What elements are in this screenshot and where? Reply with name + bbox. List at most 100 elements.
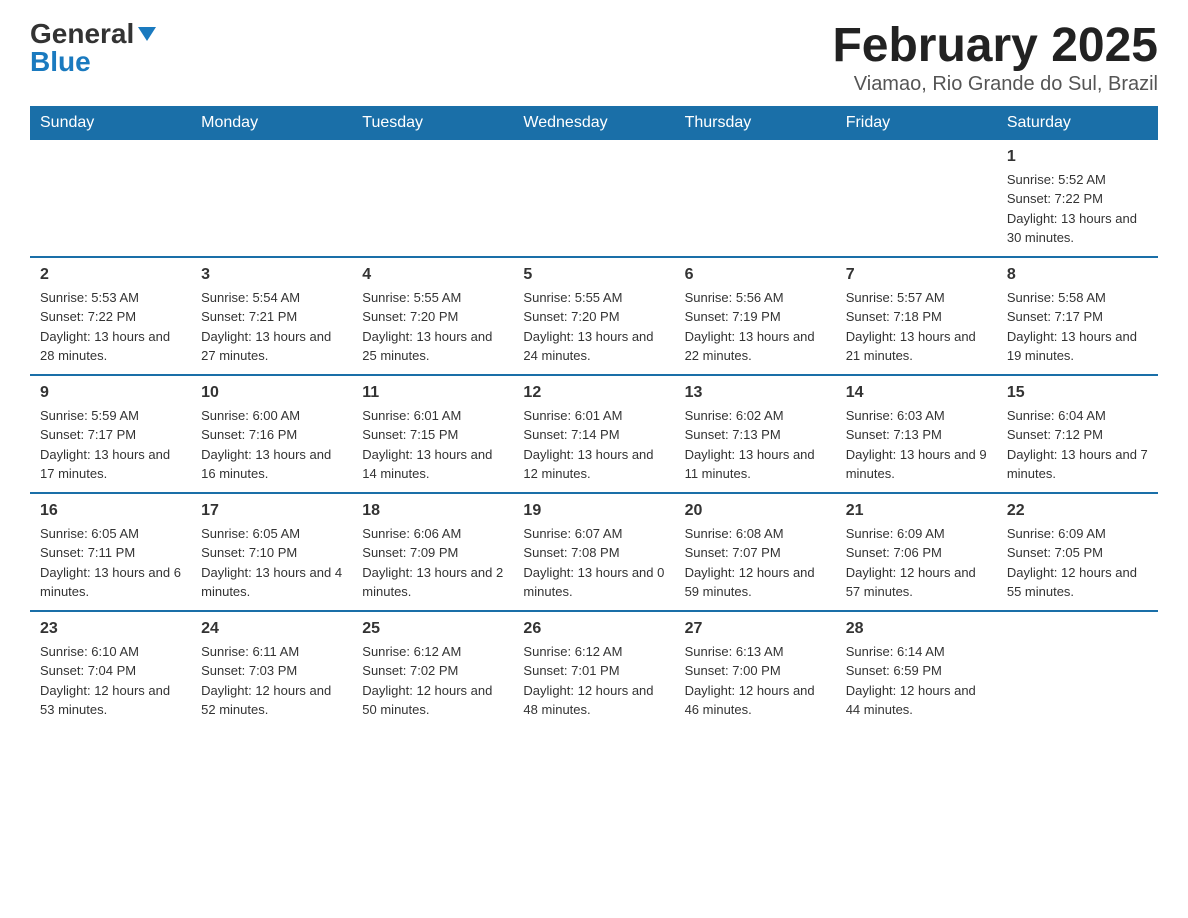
- day-number: 1: [1007, 148, 1148, 166]
- calendar-cell: 11Sunrise: 6:01 AM Sunset: 7:15 PM Dayli…: [352, 375, 513, 493]
- calendar-cell: 9 Sunrise: 5:59 AM Sunset: 7:17 PM Daylig…: [30, 375, 191, 493]
- calendar-cell: 20 Sunrise: 6:08 AM Sunset: 7:07 PM Dayli…: [675, 493, 836, 611]
- calendar-cell: 3 Sunrise: 5:54 AM Sunset: 7:21 PM Daylig…: [191, 257, 352, 375]
- calendar-cell: 22 Sunrise: 6:09 AM Sunset: 7:05 PM Dayli…: [997, 493, 1158, 611]
- calendar-cell: [836, 140, 997, 257]
- day-number: 10: [201, 384, 342, 402]
- month-title: February 2025: [832, 20, 1158, 73]
- day-info: Sunrise: 6:11 AM Sunset: 7:03 PM Dayligh…: [201, 642, 342, 720]
- calendar-cell: 13 Sunrise: 6:02 AM Sunset: 7:13 PM Dayli…: [675, 375, 836, 493]
- calendar-cell: 5 Sunrise: 5:55 AM Sunset: 7:20 PM Daylig…: [513, 257, 674, 375]
- day-number: 17: [201, 502, 342, 520]
- day-info: Sunrise: 5:59 AM Sunset: 7:17 PM Dayligh…: [40, 406, 181, 484]
- day-number: 26: [523, 620, 664, 638]
- logo-general-text: General: [30, 20, 134, 48]
- calendar-cell: 1Sunrise: 5:52 AM Sunset: 7:22 PM Daylig…: [997, 140, 1158, 257]
- logo: General Blue: [30, 20, 156, 76]
- calendar-cell: 21Sunrise: 6:09 AM Sunset: 7:06 PM Dayli…: [836, 493, 997, 611]
- day-number: 25: [362, 620, 503, 638]
- day-info: Sunrise: 6:09 AM Sunset: 7:05 PM Dayligh…: [1007, 524, 1148, 602]
- calendar-week-row: 1Sunrise: 5:52 AM Sunset: 7:22 PM Daylig…: [30, 140, 1158, 257]
- day-number: 15: [1007, 384, 1148, 402]
- weekday-header-monday: Monday: [191, 106, 352, 140]
- title-section: February 2025 Viamao, Rio Grande do Sul,…: [832, 20, 1158, 96]
- weekday-header-tuesday: Tuesday: [352, 106, 513, 140]
- day-info: Sunrise: 6:08 AM Sunset: 7:07 PM Dayligh…: [685, 524, 826, 602]
- calendar-cell: 2 Sunrise: 5:53 AM Sunset: 7:22 PM Daylig…: [30, 257, 191, 375]
- calendar-cell: [675, 140, 836, 257]
- calendar-cell: 27Sunrise: 6:13 AM Sunset: 7:00 PM Dayli…: [675, 611, 836, 728]
- day-number: 23: [40, 620, 181, 638]
- calendar-week-row: 16 Sunrise: 6:05 AM Sunset: 7:11 PM Dayli…: [30, 493, 1158, 611]
- calendar-cell: [997, 611, 1158, 728]
- calendar-table: SundayMondayTuesdayWednesdayThursdayFrid…: [30, 106, 1158, 728]
- page-header: General Blue February 2025 Viamao, Rio G…: [30, 20, 1158, 96]
- day-number: 24: [201, 620, 342, 638]
- day-number: 6: [685, 266, 826, 284]
- day-number: 20: [685, 502, 826, 520]
- calendar-cell: 12Sunrise: 6:01 AM Sunset: 7:14 PM Dayli…: [513, 375, 674, 493]
- day-number: 14: [846, 384, 987, 402]
- calendar-header: SundayMondayTuesdayWednesdayThursdayFrid…: [30, 106, 1158, 140]
- day-number: 19: [523, 502, 664, 520]
- day-info: Sunrise: 6:05 AM Sunset: 7:11 PM Dayligh…: [40, 524, 181, 602]
- day-number: 7: [846, 266, 987, 284]
- calendar-cell: 18Sunrise: 6:06 AM Sunset: 7:09 PM Dayli…: [352, 493, 513, 611]
- calendar-cell: 15 Sunrise: 6:04 AM Sunset: 7:12 PM Dayli…: [997, 375, 1158, 493]
- day-info: Sunrise: 6:14 AM Sunset: 6:59 PM Dayligh…: [846, 642, 987, 720]
- day-info: Sunrise: 5:56 AM Sunset: 7:19 PM Dayligh…: [685, 288, 826, 366]
- day-number: 4: [362, 266, 503, 284]
- calendar-cell: 24 Sunrise: 6:11 AM Sunset: 7:03 PM Dayli…: [191, 611, 352, 728]
- day-info: Sunrise: 6:04 AM Sunset: 7:12 PM Dayligh…: [1007, 406, 1148, 484]
- calendar-week-row: 2 Sunrise: 5:53 AM Sunset: 7:22 PM Daylig…: [30, 257, 1158, 375]
- calendar-cell: 28Sunrise: 6:14 AM Sunset: 6:59 PM Dayli…: [836, 611, 997, 728]
- day-info: Sunrise: 6:00 AM Sunset: 7:16 PM Dayligh…: [201, 406, 342, 484]
- logo-blue-text: Blue: [30, 46, 91, 77]
- calendar-cell: [191, 140, 352, 257]
- day-number: 27: [685, 620, 826, 638]
- day-info: Sunrise: 5:57 AM Sunset: 7:18 PM Dayligh…: [846, 288, 987, 366]
- calendar-cell: 19Sunrise: 6:07 AM Sunset: 7:08 PM Dayli…: [513, 493, 674, 611]
- day-info: Sunrise: 6:12 AM Sunset: 7:02 PM Dayligh…: [362, 642, 503, 720]
- weekday-header-thursday: Thursday: [675, 106, 836, 140]
- calendar-cell: 26 Sunrise: 6:12 AM Sunset: 7:01 PM Dayli…: [513, 611, 674, 728]
- day-number: 13: [685, 384, 826, 402]
- day-number: 9: [40, 384, 181, 402]
- day-info: Sunrise: 5:53 AM Sunset: 7:22 PM Dayligh…: [40, 288, 181, 366]
- day-number: 21: [846, 502, 987, 520]
- day-number: 16: [40, 502, 181, 520]
- day-info: Sunrise: 5:55 AM Sunset: 7:20 PM Dayligh…: [523, 288, 664, 366]
- day-info: Sunrise: 6:12 AM Sunset: 7:01 PM Dayligh…: [523, 642, 664, 720]
- day-number: 11: [362, 384, 503, 402]
- weekday-header-friday: Friday: [836, 106, 997, 140]
- day-number: 12: [523, 384, 664, 402]
- day-info: Sunrise: 6:10 AM Sunset: 7:04 PM Dayligh…: [40, 642, 181, 720]
- calendar-cell: 23 Sunrise: 6:10 AM Sunset: 7:04 PM Dayli…: [30, 611, 191, 728]
- calendar-cell: 17 Sunrise: 6:05 AM Sunset: 7:10 PM Dayli…: [191, 493, 352, 611]
- calendar-week-row: 9 Sunrise: 5:59 AM Sunset: 7:17 PM Daylig…: [30, 375, 1158, 493]
- day-info: Sunrise: 6:05 AM Sunset: 7:10 PM Dayligh…: [201, 524, 342, 602]
- day-number: 5: [523, 266, 664, 284]
- calendar-cell: 4 Sunrise: 5:55 AM Sunset: 7:20 PM Daylig…: [352, 257, 513, 375]
- calendar-cell: 14 Sunrise: 6:03 AM Sunset: 7:13 PM Dayli…: [836, 375, 997, 493]
- day-info: Sunrise: 5:58 AM Sunset: 7:17 PM Dayligh…: [1007, 288, 1148, 366]
- calendar-body: 1Sunrise: 5:52 AM Sunset: 7:22 PM Daylig…: [30, 140, 1158, 728]
- day-number: 3: [201, 266, 342, 284]
- day-info: Sunrise: 5:55 AM Sunset: 7:20 PM Dayligh…: [362, 288, 503, 366]
- calendar-cell: 25 Sunrise: 6:12 AM Sunset: 7:02 PM Dayli…: [352, 611, 513, 728]
- day-info: Sunrise: 6:03 AM Sunset: 7:13 PM Dayligh…: [846, 406, 987, 484]
- location-text: Viamao, Rio Grande do Sul, Brazil: [832, 73, 1158, 96]
- calendar-cell: 7 Sunrise: 5:57 AM Sunset: 7:18 PM Daylig…: [836, 257, 997, 375]
- day-number: 18: [362, 502, 503, 520]
- day-number: 2: [40, 266, 181, 284]
- calendar-cell: 8Sunrise: 5:58 AM Sunset: 7:17 PM Daylig…: [997, 257, 1158, 375]
- calendar-cell: [30, 140, 191, 257]
- weekday-header-saturday: Saturday: [997, 106, 1158, 140]
- day-info: Sunrise: 5:54 AM Sunset: 7:21 PM Dayligh…: [201, 288, 342, 366]
- day-info: Sunrise: 6:02 AM Sunset: 7:13 PM Dayligh…: [685, 406, 826, 484]
- logo-triangle-icon: [138, 27, 156, 46]
- calendar-cell: [352, 140, 513, 257]
- day-number: 22: [1007, 502, 1148, 520]
- calendar-cell: [513, 140, 674, 257]
- weekday-header-sunday: Sunday: [30, 106, 191, 140]
